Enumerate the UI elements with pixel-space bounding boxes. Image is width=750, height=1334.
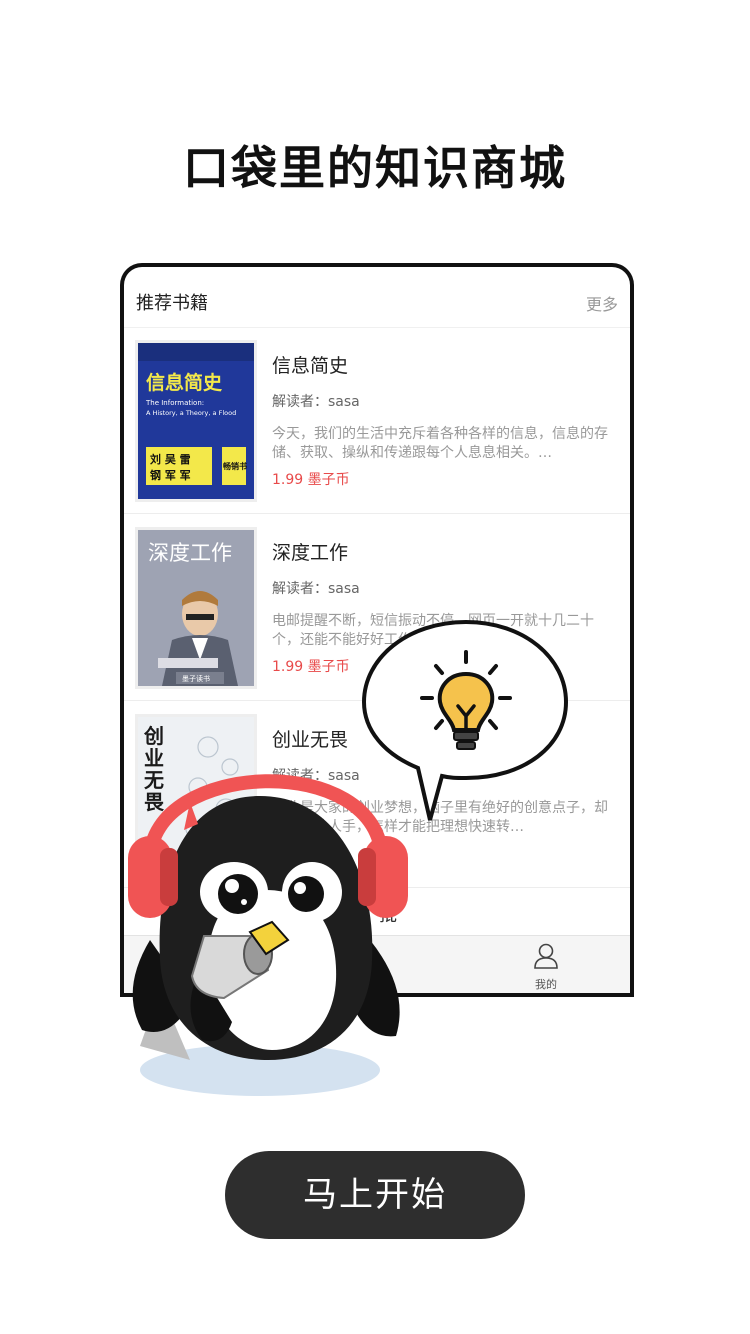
user-icon (534, 943, 558, 969)
start-button[interactable]: 马上开始 (225, 1151, 525, 1239)
tab-mine[interactable]: 我的 (522, 942, 570, 992)
svg-text:A History, a Theory, a Flood: A History, a Theory, a Flood (146, 409, 236, 417)
book-cover: 深度工作 墨子读书 (138, 530, 254, 686)
svg-text:墨子读书: 墨子读书 (182, 674, 210, 683)
tab-mine-label: 我的 (535, 978, 557, 991)
more-link[interactable]: 更多 (586, 291, 618, 315)
book-description: 今天，我们的生活中充斥着各种各样的信息，信息的存储、获取、操纵和传递跟每个人息息… (272, 426, 608, 461)
book-reader: 解读者：sasa (272, 394, 360, 410)
svg-text:The Information:: The Information: (145, 399, 204, 407)
book-reader: 解读者：sasa (272, 581, 360, 597)
section-header: 推荐书籍 更多 (124, 267, 630, 328)
svg-text:畅销书: 畅销书 (223, 461, 247, 471)
svg-text:钢 军 军: 钢 军 军 (150, 468, 191, 482)
page-headline: 口袋里的知识商城 (183, 141, 567, 195)
section-title: 推荐书籍 (136, 293, 208, 314)
book-title: 深度工作 (272, 542, 349, 564)
svg-text:刘 吴 雷: 刘 吴 雷 (150, 452, 191, 466)
book-price: 1.99 墨子币 (272, 472, 350, 488)
penguin-mascot (128, 774, 408, 1096)
svg-text:深度工作: 深度工作 (148, 541, 232, 565)
book-cover: 信息简史 The Information: A History, a Theor… (138, 343, 254, 499)
book-price: 1.99 墨子币 (272, 659, 350, 675)
cover-title: 信息简史 (146, 371, 223, 394)
book-item[interactable]: 信息简史 The Information: A History, a Theor… (124, 327, 630, 514)
book-title: 信息简史 (272, 355, 349, 377)
